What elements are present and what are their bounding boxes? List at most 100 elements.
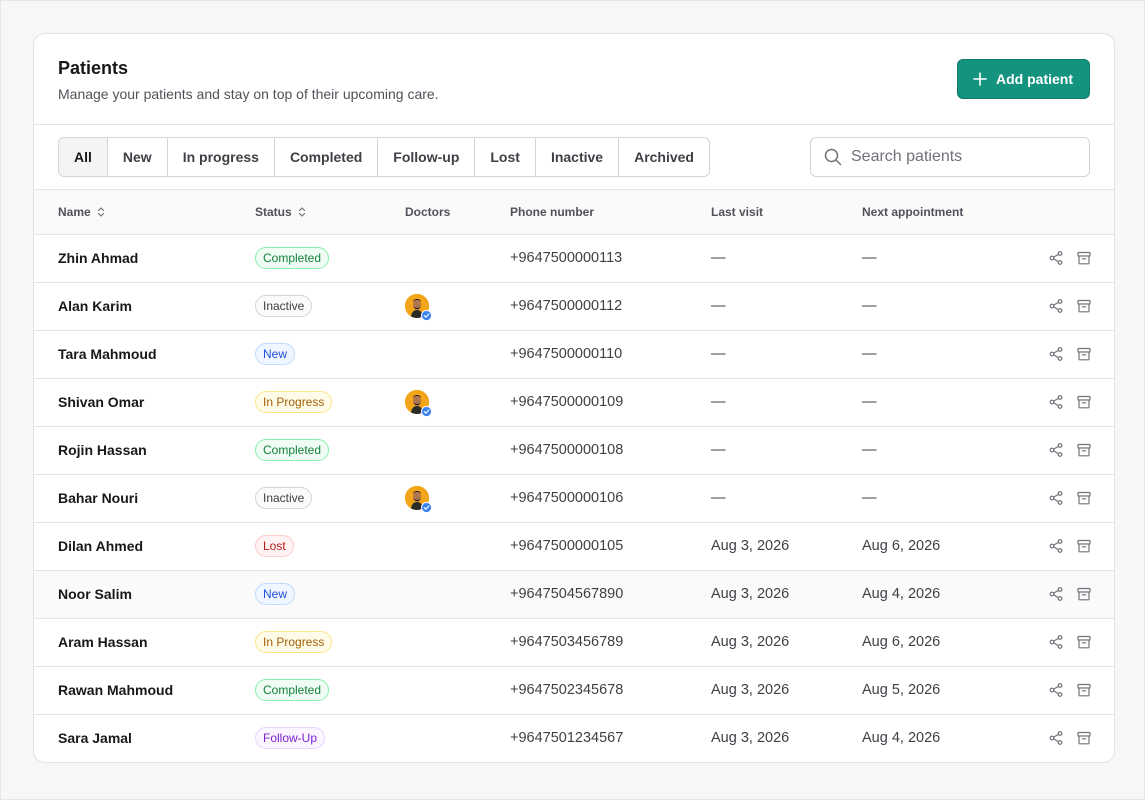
share-icon[interactable] (1048, 730, 1064, 746)
archive-icon[interactable] (1076, 490, 1092, 506)
patient-name[interactable]: Sara Jamal (34, 714, 255, 762)
status-badge: Completed (255, 679, 330, 701)
share-icon[interactable] (1048, 634, 1064, 650)
patient-name[interactable]: Noor Salim (34, 570, 255, 619)
column-header-last-visit: Last visit (711, 190, 862, 235)
share-icon[interactable] (1048, 250, 1064, 266)
patient-name[interactable]: Alan Karim (34, 282, 255, 331)
row-actions (1017, 426, 1114, 475)
patient-name[interactable]: Rawan Mahmoud (34, 666, 255, 715)
table-row[interactable]: Alan Karim Inactive +9647500000112 — — (34, 282, 1114, 331)
status-cell: Lost (255, 522, 405, 571)
search-box[interactable] (810, 137, 1090, 177)
row-actions (1017, 522, 1114, 571)
share-icon[interactable] (1048, 298, 1064, 314)
tab-in-progress[interactable]: In progress (167, 138, 275, 176)
doctor-avatar[interactable] (405, 294, 432, 321)
table-row[interactable]: Rawan Mahmoud Completed +9647502345678 A… (34, 666, 1114, 715)
archive-icon[interactable] (1076, 442, 1092, 458)
table-row[interactable]: Sara Jamal Follow-Up +9647501234567 Aug … (34, 714, 1114, 762)
table-row[interactable]: Dilan Ahmed Lost +9647500000105 Aug 3, 2… (34, 522, 1114, 571)
tab-lost[interactable]: Lost (475, 138, 536, 176)
patient-name[interactable]: Zhin Ahmad (34, 234, 255, 283)
tab-follow-up[interactable]: Follow-up (378, 138, 476, 176)
status-cell: Follow-Up (255, 714, 405, 762)
share-icon[interactable] (1048, 346, 1064, 362)
column-header-name[interactable]: Name (34, 190, 255, 235)
tab-archived[interactable]: Archived (619, 138, 709, 176)
share-icon[interactable] (1048, 442, 1064, 458)
tab-all[interactable]: All (59, 138, 108, 176)
patient-name[interactable]: Dilan Ahmed (34, 522, 255, 571)
patient-name[interactable]: Bahar Nouri (34, 474, 255, 523)
status-cell: Inactive (255, 474, 405, 523)
doctors-cell (405, 282, 510, 331)
archive-icon[interactable] (1076, 346, 1092, 362)
patient-name[interactable]: Aram Hassan (34, 618, 255, 667)
row-actions-group (1017, 538, 1114, 554)
archive-icon[interactable] (1076, 394, 1092, 410)
tab-inactive[interactable]: Inactive (535, 138, 620, 176)
table-row[interactable]: Zhin Ahmad Completed +9647500000113 — — (34, 234, 1114, 283)
share-icon[interactable] (1048, 490, 1064, 506)
page-title: Patients (58, 58, 129, 78)
doctor-avatar[interactable] (405, 390, 432, 417)
row-actions-group (1017, 346, 1114, 362)
status-badge: New (255, 583, 296, 605)
status-cell: Completed (255, 666, 405, 715)
table-row[interactable]: Shivan Omar In Progress +9647500000109 —… (34, 378, 1114, 427)
archive-icon[interactable] (1076, 730, 1092, 746)
next-appointment: Aug 4, 2026 (862, 570, 1017, 619)
share-icon[interactable] (1048, 394, 1064, 410)
archive-icon[interactable] (1076, 250, 1092, 266)
next-appointment: Aug 5, 2026 (862, 666, 1017, 715)
table-row[interactable]: Noor Salim New +9647504567890 Aug 3, 202… (34, 570, 1114, 619)
next-appointment: — (862, 426, 1017, 475)
sort-icon[interactable] (95, 206, 107, 218)
status-badge: New (255, 343, 296, 365)
doctors-cell (405, 522, 510, 571)
last-visit: — (711, 474, 862, 523)
row-actions-group (1017, 730, 1114, 746)
archive-icon[interactable] (1076, 586, 1092, 602)
add-patient-button[interactable]: Add patient (957, 59, 1090, 99)
last-visit: — (711, 234, 862, 283)
row-actions (1017, 666, 1114, 715)
last-visit: — (711, 282, 862, 331)
archive-icon[interactable] (1076, 298, 1092, 314)
row-actions (1017, 618, 1114, 667)
row-actions-group (1017, 634, 1114, 650)
archive-icon[interactable] (1076, 538, 1092, 554)
next-appointment: — (862, 330, 1017, 379)
archive-icon[interactable] (1076, 634, 1092, 650)
doctors-cell (405, 618, 510, 667)
share-icon[interactable] (1048, 586, 1064, 602)
table-row[interactable]: Bahar Nouri Inactive +9647500000106 — — (34, 474, 1114, 523)
share-icon[interactable] (1048, 682, 1064, 698)
search-input[interactable] (851, 148, 1071, 166)
status-badge: In Progress (255, 631, 333, 653)
table-row[interactable]: Tara Mahmoud New +9647500000110 — — (34, 330, 1114, 379)
patient-name[interactable]: Tara Mahmoud (34, 330, 255, 379)
tab-new[interactable]: New (107, 138, 168, 176)
row-actions-group (1017, 490, 1114, 506)
column-header-status[interactable]: Status (255, 190, 405, 235)
sort-icon[interactable] (296, 206, 308, 218)
table-row[interactable]: Rojin Hassan Completed +9647500000108 — … (34, 426, 1114, 475)
table-row[interactable]: Aram Hassan In Progress +9647503456789 A… (34, 618, 1114, 667)
tab-completed[interactable]: Completed (274, 138, 379, 176)
archive-icon[interactable] (1076, 682, 1092, 698)
filter-toolbar: All New In progress Completed Follow-up Lost I… (34, 125, 1114, 190)
doctor-avatar[interactable] (405, 486, 432, 513)
status-badge: Inactive (255, 295, 313, 317)
share-icon[interactable] (1048, 538, 1064, 554)
next-appointment: — (862, 282, 1017, 331)
status-cell: New (255, 330, 405, 379)
last-visit: — (711, 378, 862, 427)
patient-name[interactable]: Rojin Hassan (34, 426, 255, 475)
column-header-next-appointment: Next appointment (862, 190, 1017, 235)
phone-number: +9647503456789 (510, 618, 711, 667)
patient-name[interactable]: Shivan Omar (34, 378, 255, 427)
status-badge: Completed (255, 439, 330, 461)
phone-number: +9647500000113 (510, 234, 711, 283)
